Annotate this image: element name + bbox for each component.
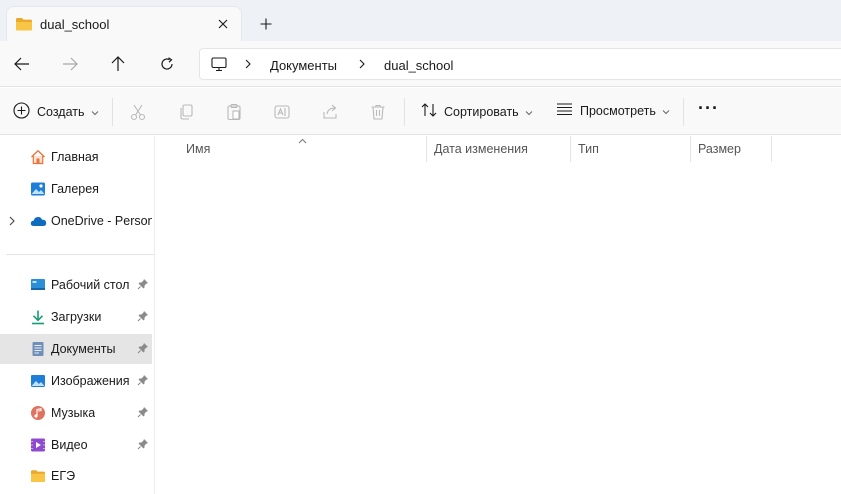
toolbar-divider — [683, 98, 684, 126]
column-header-type[interactable]: Тип — [571, 136, 691, 162]
pin-icon[interactable] — [137, 374, 149, 389]
command-bar: Создать Сортировать Просмотреть ··· — [0, 88, 841, 135]
sidebar-item-desktop[interactable]: Рабочий стол — [0, 270, 152, 300]
share-icon[interactable] — [320, 102, 340, 122]
sidebar-item-label: Музыка — [51, 406, 96, 420]
address-bar[interactable]: Документы dual_school — [199, 48, 841, 80]
pin-icon[interactable] — [137, 406, 149, 421]
sidebar-item-video[interactable]: Видео — [0, 430, 152, 460]
plus-icon[interactable] — [254, 12, 278, 36]
breadcrumb-documents[interactable]: Документы — [270, 58, 337, 73]
sidebar-item-music[interactable]: Музыка — [0, 398, 152, 428]
column-header-size[interactable]: Размер — [691, 136, 772, 162]
copy-icon[interactable] — [176, 102, 196, 122]
title-bar: dual_school — [0, 0, 841, 42]
create-button[interactable]: Создать — [13, 102, 99, 122]
video-icon — [30, 437, 46, 453]
gallery-icon — [30, 181, 46, 197]
chevron-right-icon[interactable] — [358, 58, 366, 73]
view-list-icon — [556, 102, 573, 119]
sidebar-item-downloads[interactable]: Загрузки — [0, 302, 152, 332]
pin-icon[interactable] — [137, 310, 149, 325]
column-label: Имя — [186, 142, 211, 156]
computer-icon[interactable] — [211, 57, 227, 75]
file-explorer-window: dual_school Документы dual_school Создат… — [0, 0, 841, 494]
navigation-bar: Документы dual_school — [0, 41, 841, 87]
sort-label: Сортировать — [444, 104, 519, 119]
breadcrumb-dual-school[interactable]: dual_school — [384, 58, 453, 73]
sidebar-item-label: Видео — [51, 438, 88, 452]
view-button[interactable]: Просмотреть — [556, 102, 670, 119]
arrow-left-icon[interactable] — [10, 52, 34, 76]
rename-icon[interactable] — [272, 102, 292, 122]
column-label: Тип — [578, 142, 599, 156]
sidebar-item-onedrive[interactable]: OneDrive - Persona — [0, 206, 152, 236]
pin-icon[interactable] — [137, 342, 149, 357]
sort-icon — [421, 102, 437, 121]
navigation-pane: Главная Галерея OneDrive - Persona Рабоч… — [0, 136, 155, 494]
sidebar-item-documents[interactable]: Документы — [0, 334, 152, 364]
pin-icon[interactable] — [137, 438, 149, 453]
chevron-right-icon[interactable] — [8, 215, 16, 230]
sidebar-item-label: Галерея — [51, 182, 99, 196]
sidebar-item-label: Загрузки — [51, 310, 102, 324]
arrow-right-icon[interactable] — [58, 52, 82, 76]
sidebar-item-label: ЕГЭ — [51, 469, 76, 483]
home-icon — [30, 149, 46, 165]
music-icon — [30, 405, 46, 421]
plus-circle-icon — [13, 102, 30, 122]
chevron-right-icon[interactable] — [244, 58, 252, 73]
chevron-down-icon — [662, 104, 670, 118]
downloads-icon — [30, 309, 46, 325]
refresh-icon[interactable] — [155, 52, 179, 76]
view-label: Просмотреть — [580, 103, 656, 118]
more-options-button[interactable]: ··· — [698, 98, 719, 119]
cut-icon[interactable] — [128, 102, 148, 122]
column-label: Размер — [698, 142, 741, 156]
folder-icon — [30, 468, 46, 484]
sidebar-item-label: Изображения — [51, 374, 130, 388]
column-divider[interactable] — [771, 136, 772, 162]
chevron-down-icon — [91, 105, 99, 119]
file-list[interactable]: Имя Дата изменения Тип Размер — [156, 136, 841, 494]
desktop-icon — [30, 277, 46, 293]
sidebar-item-home[interactable]: Главная — [0, 142, 152, 172]
pictures-icon — [30, 373, 46, 389]
sort-button[interactable]: Сортировать — [421, 102, 533, 121]
chevron-down-icon — [525, 105, 533, 119]
toolbar-divider — [112, 98, 113, 126]
documents-icon — [30, 341, 46, 357]
sidebar-item-gallery[interactable]: Галерея — [0, 174, 152, 204]
sidebar-item-label: Главная — [51, 150, 99, 164]
sidebar-item-ege[interactable]: ЕГЭ — [0, 461, 152, 491]
sidebar-item-label: Рабочий стол — [51, 278, 130, 292]
create-label: Создать — [37, 105, 85, 119]
pin-icon[interactable] — [137, 278, 149, 293]
arrow-up-icon[interactable] — [106, 52, 130, 76]
tab-dual-school[interactable]: dual_school — [6, 6, 242, 42]
folder-icon — [15, 16, 33, 35]
sidebar-item-pictures[interactable]: Изображения — [0, 366, 152, 396]
close-icon[interactable] — [213, 14, 233, 34]
tab-title: dual_school — [40, 17, 110, 32]
toolbar-divider — [404, 98, 405, 126]
sidebar-item-label: OneDrive - Persona — [51, 214, 152, 228]
delete-icon[interactable] — [368, 102, 388, 122]
paste-icon[interactable] — [224, 102, 244, 122]
chevron-up-icon — [298, 133, 307, 147]
sidebar-item-label: Документы — [51, 342, 116, 356]
column-header-modified[interactable]: Дата изменения — [427, 136, 571, 162]
sidebar-divider — [6, 254, 154, 255]
column-header-name[interactable]: Имя — [156, 136, 427, 162]
onedrive-icon — [30, 213, 47, 229]
column-label: Дата изменения — [434, 142, 528, 156]
